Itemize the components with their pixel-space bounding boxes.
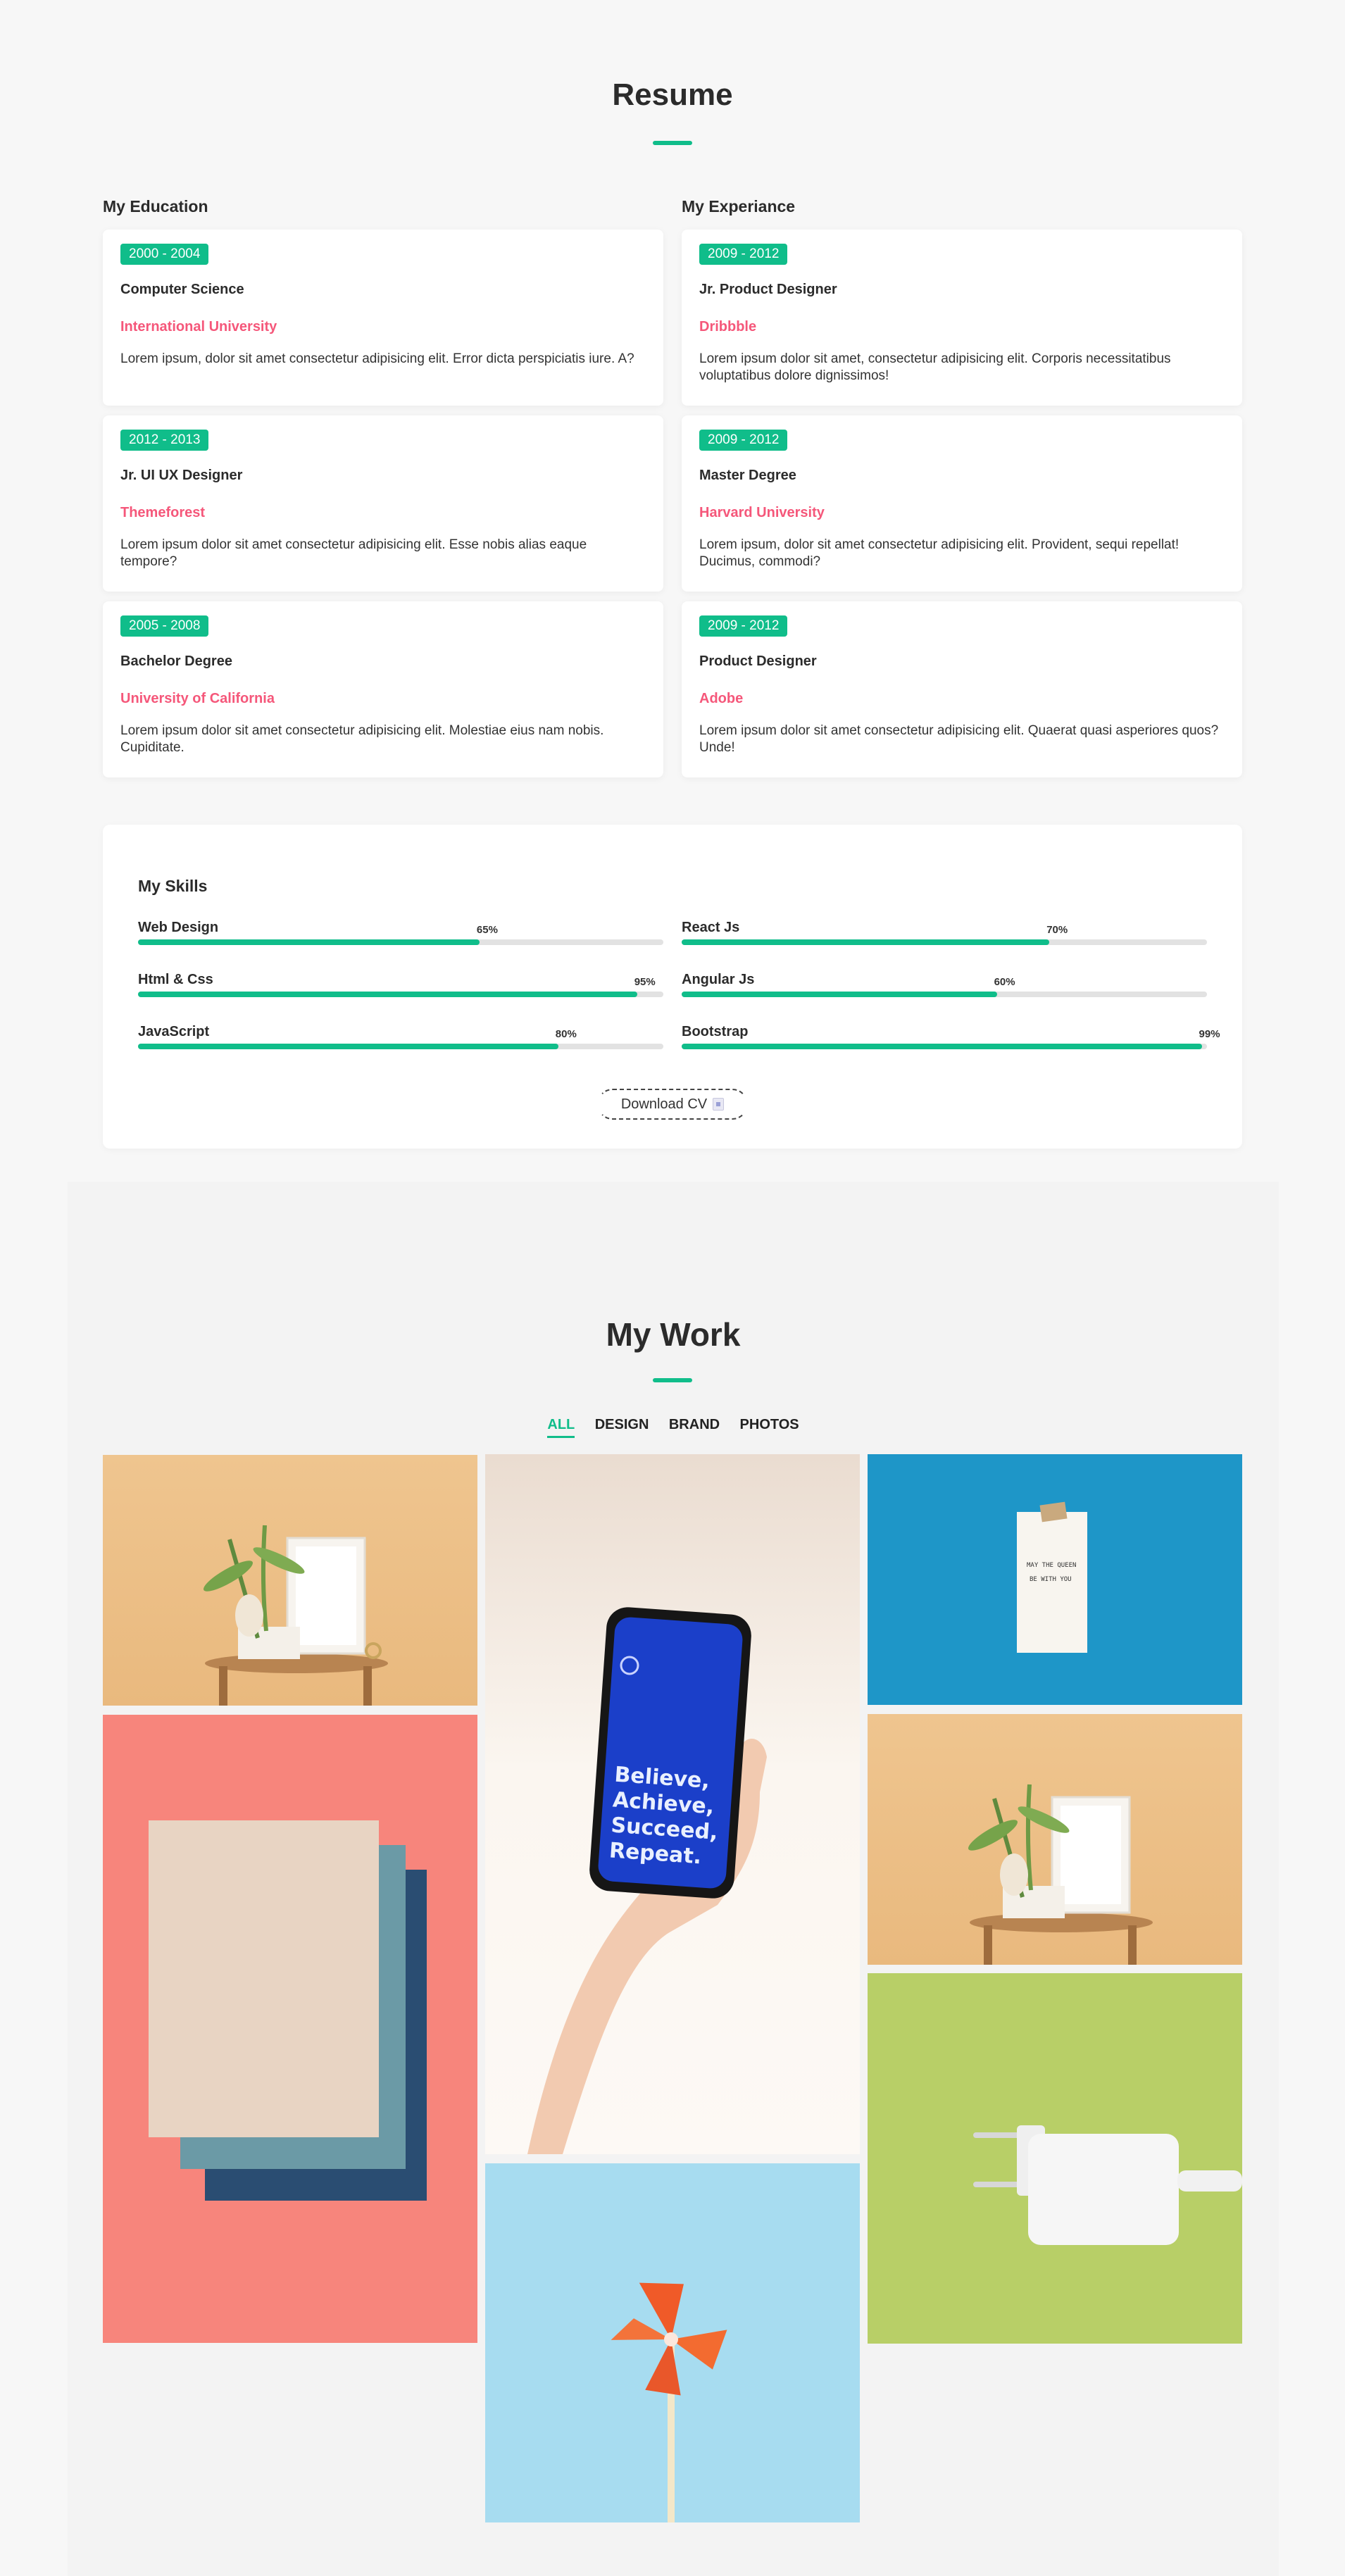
experience-card: 2009 - 2012 Jr. Product Designer Dribbbl… <box>682 230 1242 406</box>
card-title: Jr. Product Designer <box>699 282 837 297</box>
portfolio-item-charger[interactable] <box>868 1973 1242 2344</box>
experience-column: My Experiance 2009 - 2012 Jr. Product De… <box>682 197 1242 787</box>
skill-name: Html & Css <box>138 972 213 987</box>
desk-photo <box>968 1784 1153 1965</box>
skill-web-design: Web Design 65% <box>138 920 663 945</box>
work-section: My Work ALL DESIGN BRAND PHOTOS Believe,… <box>68 1182 1279 2576</box>
card-organization: Adobe <box>699 691 744 706</box>
skill-progress-bar <box>682 939 1207 945</box>
skill-name: Bootstrap <box>682 1024 749 1039</box>
svg-text:MAY THE QUEEN: MAY THE QUEEN <box>1027 1562 1076 1569</box>
filter-all[interactable]: ALL <box>547 1417 575 1438</box>
card-title: Bachelor Degree <box>120 654 232 669</box>
year-badge: 2009 - 2012 <box>699 244 788 265</box>
download-cv-label: Download CV <box>620 1096 708 1112</box>
skills-heading: My Skills <box>138 877 208 895</box>
work-title: My Work <box>606 1316 741 1353</box>
skill-progress-fill <box>682 1044 1202 1049</box>
card-description: Lorem ipsum dolor sit amet, consectetur … <box>699 351 1171 383</box>
skill-progress-fill <box>682 939 1050 945</box>
card-organization: Themeforest <box>120 505 206 520</box>
card-title: Computer Science <box>120 282 244 297</box>
charger-photo <box>973 2125 1242 2245</box>
skill-percent: 95% <box>634 976 656 988</box>
portfolio-item-note[interactable]: MAY THE QUEEN BE WITH YOU <box>868 1454 1242 1705</box>
title-underline <box>653 141 692 145</box>
note-photo: MAY THE QUEEN BE WITH YOU <box>1017 1501 1087 1653</box>
svg-text:BE WITH YOU: BE WITH YOU <box>1030 1576 1072 1583</box>
education-card: 2005 - 2008 Bachelor Degree University o… <box>103 601 663 777</box>
card-title: Jr. UI UX Designer <box>120 468 243 483</box>
year-badge: 2000 - 2004 <box>120 244 209 265</box>
experience-card: 2009 - 2012 Master Degree Harvard Univer… <box>682 415 1242 592</box>
experience-card: 2009 - 2012 Product Designer Adobe Lorem… <box>682 601 1242 777</box>
title-underline <box>653 1378 692 1382</box>
year-badge: 2009 - 2012 <box>699 615 788 637</box>
year-badge: 2012 - 2013 <box>120 430 209 451</box>
education-card: 2000 - 2004 Computer Science Internation… <box>103 230 663 406</box>
phone-photo: Believe, Achieve, Succeed, Repeat. <box>527 1607 767 2154</box>
pinwheel-photo <box>611 2282 727 2522</box>
skill-progress-fill <box>138 939 480 945</box>
paper-photo <box>149 1820 427 2201</box>
card-organization: Harvard University <box>699 505 825 520</box>
skill-angular-js: Angular Js 60% <box>682 972 1207 997</box>
skill-progress-bar <box>138 939 663 945</box>
skill-percent: 80% <box>555 1028 577 1040</box>
card-description: Lorem ipsum, dolor sit amet consectetur … <box>120 351 634 366</box>
filter-brand[interactable]: BRAND <box>669 1417 720 1436</box>
filter-design[interactable]: DESIGN <box>595 1417 649 1436</box>
card-description: Lorem ipsum, dolor sit amet consectetur … <box>699 537 1180 569</box>
education-card: 2012 - 2013 Jr. UI UX Designer Themefore… <box>103 415 663 592</box>
portfolio-item-pinwheel[interactable] <box>485 2163 860 2522</box>
skill-html-css: Html & Css 95% <box>138 972 663 997</box>
year-badge: 2005 - 2008 <box>120 615 209 637</box>
skill-progress-fill <box>682 992 997 997</box>
card-title: Product Designer <box>699 654 817 669</box>
card-title: Master Degree <box>699 468 796 483</box>
skill-name: JavaScript <box>138 1024 210 1039</box>
experience-heading: My Experiance <box>682 197 796 215</box>
skill-name: React Js <box>682 920 740 935</box>
resume-title: Resume <box>612 77 733 112</box>
portfolio-item-desk-2[interactable] <box>868 1714 1242 1965</box>
skill-percent: 99% <box>1199 1028 1220 1040</box>
skill-progress-bar <box>138 1044 663 1049</box>
skill-percent: 60% <box>994 976 1015 988</box>
skill-percent: 65% <box>476 924 498 936</box>
card-organization: Dribbble <box>699 319 757 334</box>
portfolio-filters: ALL DESIGN BRAND PHOTOS <box>68 1417 1279 1438</box>
skill-react-js: React Js 70% <box>682 920 1207 945</box>
skill-progress-fill <box>138 1044 558 1049</box>
card-description: Lorem ipsum dolor sit amet consectetur a… <box>120 723 604 755</box>
skill-progress-bar <box>682 992 1207 997</box>
education-heading: My Education <box>103 197 208 215</box>
skill-progress-bar <box>138 992 663 997</box>
card-description: Lorem ipsum dolor sit amet consectetur a… <box>699 723 1219 755</box>
download-cv-button[interactable]: Download CV <box>597 1089 748 1120</box>
education-column: My Education 2000 - 2004 Computer Scienc… <box>103 197 663 787</box>
skill-bootstrap: Bootstrap 99% <box>682 1024 1220 1049</box>
skill-percent: 70% <box>1046 924 1068 936</box>
desk-photo <box>204 1525 388 1706</box>
card-description: Lorem ipsum dolor sit amet consectetur a… <box>120 537 587 569</box>
filter-photos[interactable]: PHOTOS <box>740 1417 799 1436</box>
document-icon <box>713 1098 725 1111</box>
skills-panel: My Skills Web Design 65% React Js 70% Ht… <box>103 825 1242 1149</box>
skill-progress-fill <box>138 992 637 997</box>
skill-javascript: JavaScript 80% <box>138 1024 663 1049</box>
skill-name: Web Design <box>138 920 219 935</box>
portfolio-item-phone[interactable]: Believe, Achieve, Succeed, Repeat. <box>485 1454 860 2154</box>
card-organization: University of California <box>120 691 275 706</box>
skill-progress-bar <box>682 1044 1207 1049</box>
portfolio-item-paper[interactable] <box>103 1715 477 2343</box>
year-badge: 2009 - 2012 <box>699 430 788 451</box>
portfolio-item-desk[interactable] <box>103 1455 477 1706</box>
card-organization: International University <box>120 319 277 334</box>
skill-name: Angular Js <box>682 972 755 987</box>
